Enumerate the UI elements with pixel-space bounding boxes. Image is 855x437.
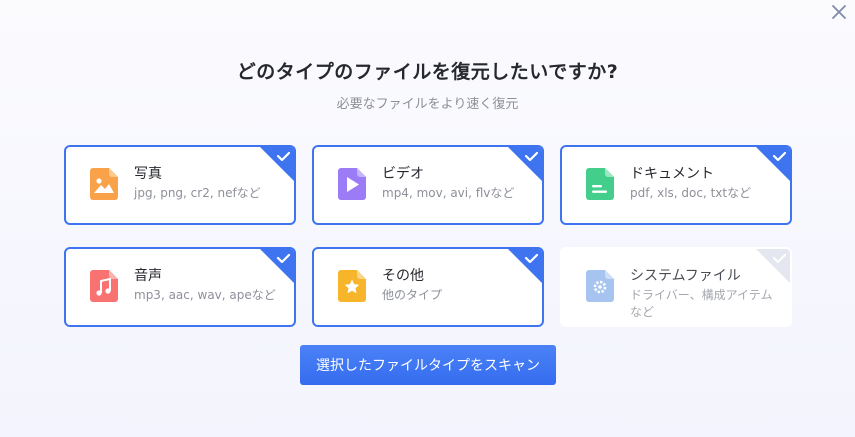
card-description: jpg, png, cr2, nefなど	[134, 186, 261, 200]
file-type-card-other[interactable]: その他 他のタイプ	[312, 247, 544, 327]
card-description: pdf, xls, doc, txtなど	[630, 186, 752, 200]
card-label: 写真	[134, 166, 162, 182]
scan-button[interactable]: 選択したファイルタイプをスキャン	[300, 345, 556, 385]
card-label: ビデオ	[382, 166, 424, 182]
star-icon	[338, 270, 366, 302]
card-description: ドライバー、構成アイテムなど	[630, 288, 773, 319]
image-icon	[90, 168, 118, 200]
card-label: 音声	[134, 268, 162, 284]
close-icon[interactable]	[829, 2, 849, 22]
file-type-card-document[interactable]: ドキュメント pdf, xls, doc, txtなど	[560, 145, 792, 225]
page-title: どのタイプのファイルを復元したいですか?	[236, 61, 619, 83]
card-description: mp3, aac, wav, apeなど	[134, 288, 276, 302]
card-description: 他のタイプ	[382, 288, 443, 302]
file-type-card-video[interactable]: ビデオ mp4, mov, avi, flvなど	[312, 145, 544, 225]
checkmark-icon	[508, 147, 542, 181]
card-description: mp4, mov, avi, flvなど	[382, 186, 515, 200]
gear-icon	[586, 270, 614, 302]
play-icon	[338, 168, 366, 200]
checkmark-icon	[756, 249, 790, 283]
card-label: ドキュメント	[630, 166, 714, 182]
file-type-card-audio[interactable]: 音声 mp3, aac, wav, apeなど	[64, 247, 296, 327]
file-type-card-system[interactable]: システムファイル ドライバー、構成アイテムなど	[560, 247, 792, 327]
checkmark-icon	[260, 147, 294, 181]
checkmark-icon	[260, 249, 294, 283]
page-subtitle: 必要なファイルをより速く復元	[336, 97, 519, 112]
document-icon	[586, 168, 614, 200]
checkmark-icon	[756, 147, 790, 181]
music-icon	[90, 270, 118, 302]
file-type-card-photo[interactable]: 写真 jpg, png, cr2, nefなど	[64, 145, 296, 225]
card-label: システムファイル	[630, 268, 741, 284]
card-label: その他	[382, 268, 424, 284]
checkmark-icon	[508, 249, 542, 283]
